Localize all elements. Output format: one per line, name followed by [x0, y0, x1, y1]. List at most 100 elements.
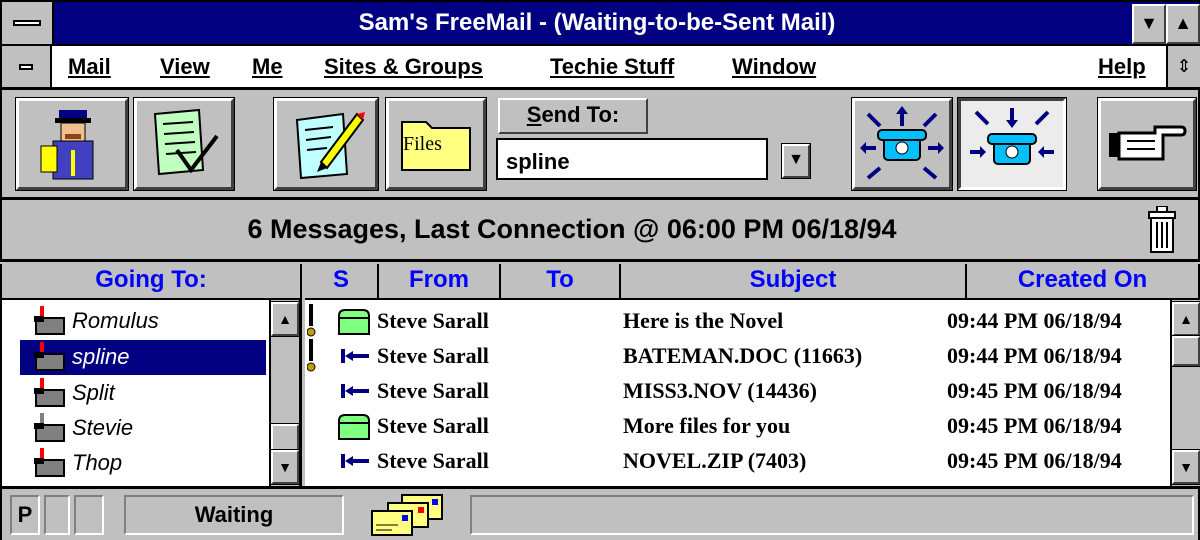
maximize-button[interactable]: ▲	[1166, 4, 1200, 44]
exit-button[interactable]	[1097, 97, 1197, 191]
message-from: Steve Sarall	[377, 308, 489, 333]
document-control-button[interactable]	[2, 46, 52, 87]
arrow-down-icon: ▼	[1179, 459, 1193, 475]
scroll-thumb[interactable]	[1171, 335, 1200, 367]
menu-mail[interactable]: Mail	[68, 52, 111, 82]
message-from: Steve Sarall	[377, 343, 489, 368]
connect-out-button[interactable]	[851, 97, 953, 191]
status-segment-empty	[44, 495, 70, 535]
list-item[interactable]: Stevie	[20, 411, 266, 446]
table-row[interactable]: Steve Sarall MISS3.NOV (14436) 09:45 PM …	[305, 374, 1170, 409]
menu-mail-label: Mail	[68, 54, 111, 79]
menu-sites-groups[interactable]: Sites & Groups	[324, 52, 483, 82]
message-subject: MISS3.NOV (14436)	[623, 378, 817, 403]
paperclip-icon	[307, 339, 316, 372]
scroll-down-button[interactable]: ▼	[1171, 449, 1200, 485]
going-to-header[interactable]: Going To:	[0, 264, 302, 300]
going-to-name: spline	[72, 344, 130, 369]
stacked-envelopes-icon	[371, 494, 443, 536]
going-to-name: Thop	[72, 450, 123, 475]
chevron-down-icon: ▼	[788, 151, 804, 168]
message-from: Steve Sarall	[377, 378, 489, 403]
system-menu-icon	[13, 20, 41, 26]
table-row[interactable]: Steve Sarall More files for you 09:45 PM…	[305, 409, 1170, 444]
mailbox-icon	[34, 342, 65, 371]
menu-window[interactable]: Window	[732, 52, 816, 82]
going-to-name: Stevie	[72, 415, 134, 440]
minimize-button[interactable]: ▼	[1132, 4, 1166, 44]
files-button[interactable]: Files	[385, 97, 487, 191]
envelope-icon	[338, 414, 370, 440]
checklist-icon	[153, 108, 219, 176]
menu-me[interactable]: Me	[252, 52, 283, 82]
compose-button[interactable]	[273, 97, 379, 191]
message-created: 09:45 PM 06/18/94	[947, 378, 1122, 403]
trash-can-icon	[1148, 206, 1176, 253]
restore-button[interactable]: ⇕	[1166, 46, 1200, 87]
document-control-icon	[19, 63, 33, 70]
message-created: 09:44 PM 06/18/94	[947, 308, 1122, 333]
menu-view[interactable]: View	[160, 52, 210, 82]
list-item[interactable]: spline	[20, 340, 266, 375]
list-item[interactable]: Romulus	[20, 304, 266, 339]
postman-button[interactable]	[15, 97, 129, 191]
table-row[interactable]: Steve Sarall Here is the Novel 09:44 PM …	[305, 304, 1170, 339]
menu-window-label: Window	[732, 54, 817, 79]
scroll-up-button[interactable]: ▲	[1171, 301, 1200, 337]
message-list-scrollbar[interactable]: ▲ ▼	[1170, 300, 1200, 486]
files-label: Files	[403, 133, 442, 155]
message-created: 09:45 PM 06/18/94	[947, 448, 1122, 473]
mailbox-icon	[34, 378, 65, 407]
status-segment-empty	[74, 495, 104, 535]
connect-in-button[interactable]	[957, 97, 1067, 191]
column-header-s[interactable]: S	[305, 264, 379, 300]
list-item[interactable]: Split	[20, 376, 266, 411]
trash-button[interactable]	[1136, 204, 1188, 256]
table-row[interactable]: Steve Sarall BATEMAN.DOC (11663) 09:44 P…	[305, 339, 1170, 374]
going-to-list: Romulus spline Split Stevie Thop ▲ ▼	[0, 300, 302, 486]
envelope-icon	[338, 309, 370, 335]
menu-me-label: Me	[252, 54, 283, 79]
send-to-field[interactable]: spline	[496, 138, 768, 180]
message-subject: BATEMAN.DOC (11663)	[623, 343, 863, 368]
write-note-icon	[295, 112, 365, 180]
message-from: Steve Sarall	[377, 413, 489, 438]
mailbox-icon	[34, 448, 65, 477]
column-header-subject[interactable]: Subject	[621, 264, 967, 300]
arrow-down-icon: ▼	[278, 459, 292, 475]
menu-bar: Mail View Me Sites & Groups Techie Stuff…	[0, 46, 1200, 90]
table-row[interactable]: Steve Sarall NOVEL.ZIP (7403) 09:45 PM 0…	[305, 444, 1170, 479]
going-to-name: Romulus	[72, 308, 159, 333]
status-summary: 6 Messages, Last Connection @ 06:00 PM 0…	[22, 208, 1122, 252]
mode-indicator: P	[10, 495, 40, 535]
column-header-to[interactable]: To	[501, 264, 621, 300]
message-created: 09:45 PM 06/18/94	[947, 413, 1122, 438]
window-title: Sam's FreeMail - (Waiting-to-be-Sent Mai…	[358, 9, 836, 36]
outgoing-mail-icon	[362, 493, 458, 537]
going-to-name: Split	[72, 380, 115, 405]
going-to-scrollbar[interactable]: ▲ ▼	[269, 300, 300, 486]
toolbar: Files Send To: spline ▼	[0, 90, 1200, 200]
message-subject: Here is the Novel	[623, 308, 784, 333]
paperclip-icon	[307, 304, 316, 337]
scroll-up-button[interactable]: ▲	[270, 301, 300, 337]
menu-help[interactable]: Help	[1098, 52, 1146, 82]
menu-techie-stuff[interactable]: Techie Stuff	[550, 52, 674, 82]
phone-incoming-icon	[970, 108, 1054, 165]
mailbox-icon	[34, 306, 65, 335]
send-to-label: Send To:	[498, 98, 648, 134]
message-subject: NOVEL.ZIP (7403)	[623, 448, 807, 473]
list-item[interactable]: Thop	[20, 446, 266, 481]
title-bar[interactable]: Sam's FreeMail - (Waiting-to-be-Sent Mai…	[0, 0, 1200, 46]
message-created: 09:44 PM 06/18/94	[947, 343, 1122, 368]
column-header-from[interactable]: From	[379, 264, 501, 300]
read-mail-button[interactable]	[133, 97, 235, 191]
status-strip: 6 Messages, Last Connection @ 06:00 PM 0…	[0, 200, 1200, 262]
column-header-created-on[interactable]: Created On	[967, 264, 1200, 300]
scroll-down-button[interactable]: ▼	[270, 449, 300, 485]
status-bar: P Waiting	[0, 486, 1200, 540]
send-to-dropdown-button[interactable]: ▼	[781, 143, 811, 179]
system-menu-button[interactable]	[2, 2, 54, 44]
menu-techie-stuff-label: Techie Stuff	[550, 54, 675, 79]
send-to-label-text: end To:	[541, 102, 620, 127]
